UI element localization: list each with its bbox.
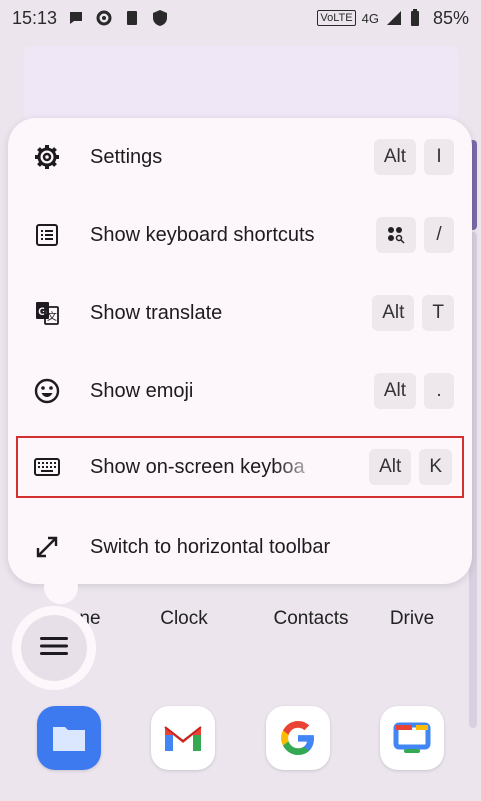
google-app-icon[interactable]: [266, 706, 330, 770]
toolbar-menu-button[interactable]: [21, 615, 87, 681]
signal-icon: [385, 9, 403, 27]
battery-percent: 85%: [432, 7, 469, 28]
google-tv-app-icon[interactable]: [380, 706, 444, 770]
menu-item-settings[interactable]: Settings Alt I: [24, 126, 464, 188]
menu-item-horizontal-toolbar[interactable]: Switch to horizontal toolbar: [24, 516, 464, 578]
list-icon: [32, 220, 62, 250]
menu-item-translate[interactable]: G 文 Show translate Alt T: [24, 282, 464, 344]
shortcut-key: T: [422, 295, 454, 331]
files-app-icon[interactable]: [37, 706, 101, 770]
search-card[interactable]: [24, 46, 458, 122]
menu-item-label: Switch to horizontal toolbar: [90, 535, 331, 558]
sd-card-icon: [123, 9, 141, 27]
keyboard-icon: [32, 452, 62, 482]
volte-indicator: VoLTE: [317, 10, 356, 26]
hamburger-icon: [40, 636, 68, 661]
network-type: 4G: [361, 10, 379, 26]
menu-tail: [44, 570, 78, 604]
status-bar: 15:13 VoLTE 4G 85%: [0, 0, 481, 36]
battery-icon: [409, 9, 427, 27]
gmail-app-icon[interactable]: [151, 706, 215, 770]
resize-icon: [32, 532, 62, 562]
chat-icon: [67, 9, 85, 27]
shortcut-key: K: [419, 449, 452, 485]
launcher-key-icon: [376, 217, 416, 253]
menu-item-label: Settings: [90, 145, 163, 168]
shortcut-keys: Alt K: [369, 449, 452, 485]
menu-item-keyboard-shortcuts[interactable]: Show keyboard shortcuts /: [24, 204, 464, 266]
shortcut-key: Alt: [372, 295, 415, 331]
shortcut-key: /: [424, 217, 454, 253]
menu-item-label: Show emoji: [90, 379, 194, 402]
app-label[interactable]: Drive: [352, 608, 472, 630]
shortcut-keys: Alt I: [373, 139, 454, 175]
svg-text:文: 文: [47, 310, 57, 323]
menu-item-label: Show on-screen keyboa: [90, 455, 305, 478]
status-time: 15:13: [12, 7, 58, 28]
shortcut-key: Alt: [373, 139, 416, 175]
dock: [0, 706, 481, 776]
shortcut-key: Alt: [369, 449, 412, 485]
app-label[interactable]: Clock: [124, 608, 244, 630]
settings-gear-icon: [95, 9, 113, 27]
shield-icon: [151, 9, 169, 27]
translate-icon: G 文: [32, 298, 62, 328]
shortcut-keys: Alt .: [373, 373, 454, 409]
fab-ring: [12, 606, 96, 690]
shortcut-key: .: [424, 373, 454, 409]
emoji-icon: [32, 376, 62, 406]
shortcut-keys: /: [376, 217, 454, 253]
menu-item-label: Show keyboard shortcuts: [90, 223, 315, 246]
shortcut-key: Alt: [373, 373, 416, 409]
toolbar-menu: Settings Alt I Show keyboard shortcuts /…: [8, 118, 472, 584]
shortcut-keys: Alt T: [372, 295, 454, 331]
menu-item-emoji[interactable]: Show emoji Alt .: [24, 360, 464, 422]
gear-icon: [32, 142, 62, 172]
menu-item-on-screen-keyboard[interactable]: Show on-screen keyboa Alt K: [16, 436, 464, 498]
shortcut-key: I: [424, 139, 454, 175]
menu-item-label: Show translate: [90, 301, 223, 324]
